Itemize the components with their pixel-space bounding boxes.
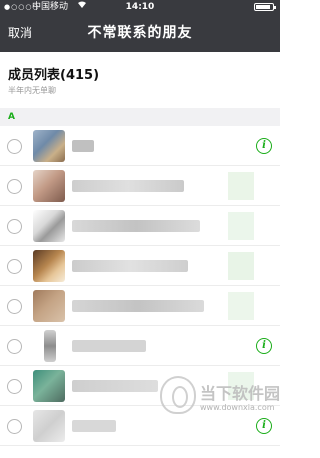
blurred-contact-name xyxy=(72,300,204,312)
blurred-region xyxy=(228,172,254,200)
select-radio[interactable] xyxy=(7,339,22,354)
info-icon[interactable]: i xyxy=(256,138,272,154)
select-radio[interactable] xyxy=(7,299,22,314)
avatar xyxy=(33,370,65,402)
avatar xyxy=(33,250,65,282)
blurred-contact-name xyxy=(72,220,200,232)
watermark: 当下软件园 www.downxia.com xyxy=(160,376,280,458)
select-radio[interactable] xyxy=(7,259,22,274)
contact-row[interactable]: i xyxy=(0,126,280,166)
blurred-region xyxy=(228,292,254,320)
member-subtitle: 半年内无单聊 xyxy=(8,86,56,95)
contact-row[interactable] xyxy=(0,206,280,246)
section-header-a: A xyxy=(0,108,280,126)
select-radio[interactable] xyxy=(7,419,22,434)
status-bar: ●○○○○ 中国移动 14:10 xyxy=(0,0,280,14)
avatar xyxy=(33,410,65,442)
member-summary: 成员列表(415) 半年内无单聊 xyxy=(0,52,280,104)
contact-row[interactable] xyxy=(0,166,280,206)
blurred-contact-name xyxy=(72,380,158,392)
select-radio[interactable] xyxy=(7,379,22,394)
battery-icon xyxy=(254,3,276,11)
avatar xyxy=(33,290,65,322)
contact-row[interactable] xyxy=(0,246,280,286)
blurred-contact-name xyxy=(72,340,146,352)
navigation-bar: 取消 不常联系的朋友 xyxy=(0,14,280,52)
select-radio[interactable] xyxy=(7,219,22,234)
member-count-label: 成员列表(415) xyxy=(8,68,100,83)
select-radio[interactable] xyxy=(7,179,22,194)
avatar xyxy=(44,330,56,362)
avatar xyxy=(33,170,65,202)
blurred-region xyxy=(228,252,254,280)
watermark-logo-icon xyxy=(160,376,196,414)
contact-row[interactable]: i xyxy=(0,326,280,366)
status-time: 14:10 xyxy=(125,2,155,12)
page-title: 不常联系的朋友 xyxy=(87,25,193,41)
blurred-contact-name xyxy=(72,140,94,152)
blurred-contact-name xyxy=(72,180,184,192)
watermark-url: www.downxia.com xyxy=(200,403,275,412)
info-icon[interactable]: i xyxy=(256,338,272,354)
blurred-contact-name xyxy=(72,260,188,272)
watermark-brand: 当下软件园 xyxy=(200,384,281,403)
avatar xyxy=(33,130,65,162)
contact-row[interactable] xyxy=(0,286,280,326)
blurred-region xyxy=(228,212,254,240)
avatar xyxy=(33,210,65,242)
select-radio[interactable] xyxy=(7,139,22,154)
blurred-contact-name xyxy=(72,420,116,432)
